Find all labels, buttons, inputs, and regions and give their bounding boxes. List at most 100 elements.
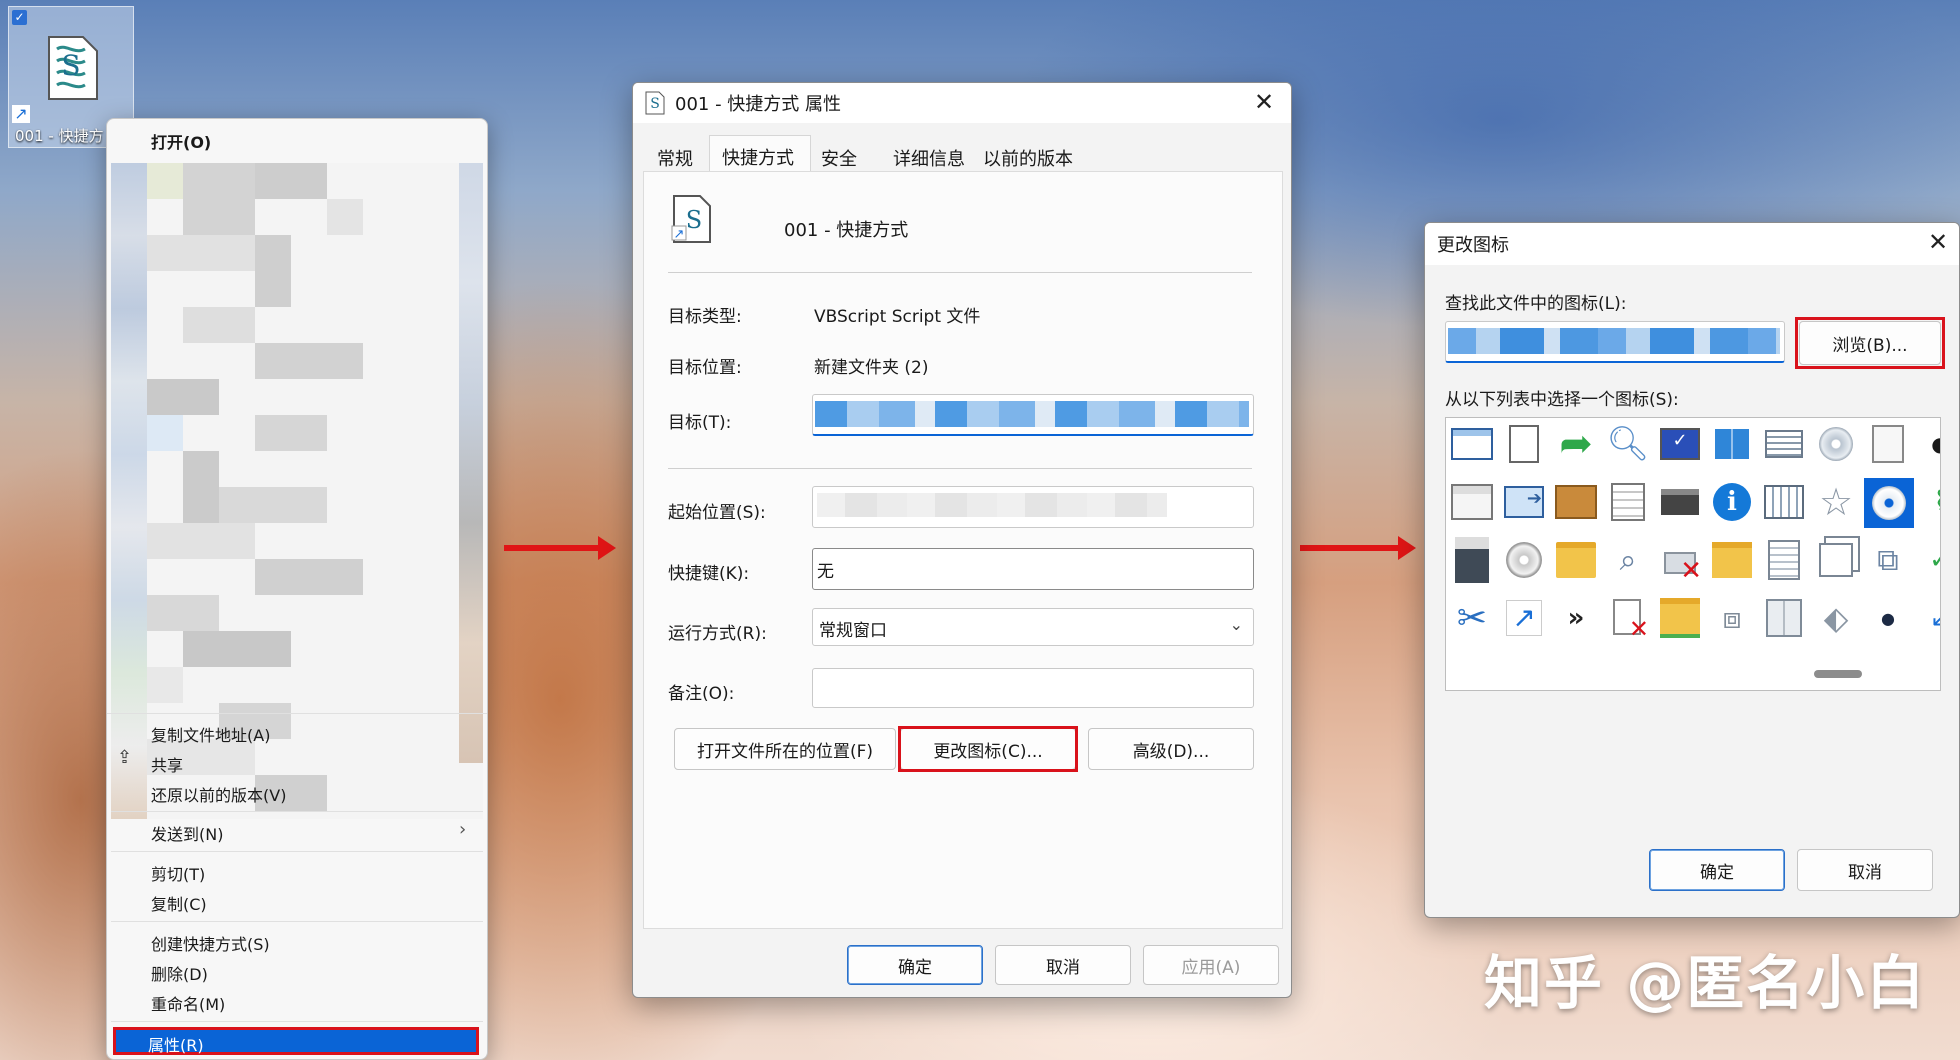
start-in-input[interactable] [812, 486, 1254, 528]
scissors-icon[interactable]: ✂ [1450, 596, 1494, 640]
share-arrow-icon[interactable]: ➦ [1554, 421, 1598, 467]
comment-input[interactable] [812, 668, 1254, 708]
drive-error-icon[interactable]: ✕ [1658, 538, 1702, 586]
green-cable-icon[interactable]: ⌇ [1918, 480, 1940, 524]
clipboard-icon[interactable] [1502, 422, 1546, 466]
change-icon-title: 更改图标 [1437, 235, 1509, 256]
blue-arrow-icon[interactable]: ↙ [1918, 596, 1940, 640]
red-arrow-left [504, 536, 616, 560]
windows-logo-icon[interactable] [1710, 422, 1754, 466]
tab-details[interactable]: 详细信息 [893, 145, 965, 171]
target-input[interactable] [812, 394, 1254, 436]
info-icon[interactable]: i [1710, 480, 1754, 524]
menu-open[interactable]: 打开(O) [151, 129, 211, 153]
open-location-button[interactable]: 打开文件所在的位置(F) [674, 728, 896, 770]
tab-previous-versions[interactable]: 以前的版本 [983, 145, 1073, 171]
blank-page-icon[interactable] [1866, 422, 1910, 466]
page-error-icon[interactable]: ✕ [1606, 596, 1650, 643]
hotkey-label: 快捷键(K): [668, 564, 750, 584]
dot-icon[interactable]: ● [1918, 422, 1940, 466]
cancel-button[interactable]: 取消 [1797, 849, 1933, 891]
menu-share[interactable]: 共享 [151, 752, 183, 776]
window-arrow-icon[interactable]: ➔ [1502, 480, 1546, 524]
menu-send-to[interactable]: 发送到(N) [151, 821, 223, 845]
run-label: 运行方式(R): [668, 624, 767, 644]
calendar-icon[interactable] [1762, 480, 1806, 524]
shortcut-arrow-icon[interactable]: ↗ [1502, 596, 1546, 640]
svg-text:S: S [61, 49, 80, 82]
apply-button[interactable]: 应用(A) [1143, 945, 1279, 985]
tag-icon[interactable]: ⬖ [1814, 596, 1858, 640]
menu-copy[interactable]: 复制(C) [151, 891, 207, 915]
menu-copy-path[interactable]: 复制文件地址(A) [151, 722, 270, 746]
run-value: 常规窗口 [819, 621, 887, 641]
star-icon[interactable]: ☆ [1814, 480, 1858, 524]
disc-icon[interactable] [1814, 422, 1858, 466]
network-computers-icon[interactable]: ⧉ [1866, 538, 1910, 582]
tab-shortcut[interactable]: 快捷方式 [709, 135, 811, 172]
shortcut-name: 001 - 快捷方式 [784, 220, 909, 241]
copy-pages-icon[interactable] [1814, 538, 1858, 582]
target-location-value: 新建文件夹 (2) [814, 358, 929, 378]
hotkey-input[interactable]: 无 [812, 548, 1254, 590]
tab-general[interactable]: 常规 [657, 145, 693, 171]
double-chevron-icon[interactable]: » [1554, 596, 1598, 640]
properties-titlebar[interactable]: S 001 - 快捷方式 属性 ✕ [633, 83, 1291, 123]
svg-text:S: S [686, 206, 702, 234]
folder-green-icon[interactable] [1658, 596, 1702, 640]
menu-restore[interactable]: 还原以前的版本(V) [151, 782, 286, 806]
change-icon-button[interactable]: 更改图标(C)... [900, 728, 1076, 770]
window-icon[interactable] [1450, 422, 1494, 466]
chevron-down-icon: ⌄ [1229, 615, 1243, 634]
book-icon[interactable] [1762, 596, 1806, 640]
menu-rename[interactable]: 重命名(M) [151, 991, 225, 1015]
blurred-menu-region [111, 163, 483, 819]
menu-properties[interactable]: 属性(R) [113, 1027, 479, 1055]
run-select[interactable]: 常规窗口 ⌄ [812, 608, 1254, 646]
menu-delete[interactable]: 删除(D) [151, 961, 208, 985]
tab-security[interactable]: 安全 [821, 145, 857, 171]
tab-bar: 常规 快捷方式 安全 详细信息 以前的版本 [643, 135, 1283, 172]
menu-properties-label: 属性(R) [148, 1036, 204, 1055]
notepad-icon[interactable] [1606, 480, 1650, 524]
folder-user-icon[interactable] [1710, 538, 1754, 582]
folder-icon[interactable] [1554, 538, 1598, 582]
monitor-check-icon[interactable]: ✓ [1658, 422, 1702, 466]
hotkey-value: 无 [817, 562, 834, 582]
watermark: 知乎 @匿名小白 [1484, 949, 1927, 1017]
ok-button[interactable]: 确定 [1649, 849, 1785, 891]
printer-icon[interactable] [1658, 480, 1702, 524]
disc-selected-icon[interactable] [1864, 478, 1914, 528]
horizontal-scrollbar[interactable] [1814, 670, 1862, 678]
close-icon[interactable]: ✕ [1251, 89, 1277, 115]
green-check-icon[interactable]: ✓ [1918, 538, 1940, 582]
target-type-label: 目标类型: [668, 307, 742, 327]
document-icon[interactable] [1762, 538, 1806, 582]
small-dot-icon[interactable]: ● [1866, 596, 1910, 640]
cancel-button[interactable]: 取消 [995, 945, 1131, 985]
magnifier-icon[interactable]: 🔍︎ [1606, 422, 1650, 466]
icon-file-input[interactable] [1445, 321, 1785, 363]
box-icon[interactable] [1554, 480, 1598, 524]
chevron-right-icon: › [459, 819, 467, 840]
red-arrow-right [1300, 536, 1416, 560]
advanced-button[interactable]: 高级(D)... [1088, 728, 1254, 770]
menu-create-shortcut[interactable]: 创建快捷方式(S) [151, 931, 270, 955]
select-icon-label: 从以下列表中选择一个图标(S): [1445, 390, 1679, 410]
target-type-value: VBScript Script 文件 [814, 307, 981, 327]
browse-button[interactable]: 浏览(B)... [1799, 321, 1941, 365]
checkbox-icon[interactable]: ✓ [12, 10, 27, 25]
floppy-icon[interactable] [1450, 537, 1494, 583]
cd-drive-icon[interactable] [1502, 538, 1546, 582]
change-icon-dialog: 更改图标 ✕ 查找此文件中的图标(L): 浏览(B)... 从以下列表中选择一个… [1424, 222, 1960, 918]
network-search-icon[interactable]: ⌕ [1606, 538, 1650, 582]
menu-cut[interactable]: 剪切(T) [151, 861, 205, 885]
script-file-icon: S [645, 91, 665, 115]
list-window-icon[interactable] [1762, 422, 1806, 466]
icon-list[interactable]: ➦ 🔍︎ ✓ ● ➔ i ☆ ⌇ ⌕ ✕ ⧉ ✓ ✂ ↗ » ✕ ⧈ [1445, 417, 1941, 691]
network-drive-icon[interactable]: ⧈ [1710, 596, 1754, 640]
control-panel-icon[interactable] [1450, 480, 1494, 524]
ok-button[interactable]: 确定 [847, 945, 983, 985]
change-icon-titlebar[interactable]: 更改图标 ✕ [1425, 223, 1959, 265]
close-icon[interactable]: ✕ [1925, 229, 1951, 255]
